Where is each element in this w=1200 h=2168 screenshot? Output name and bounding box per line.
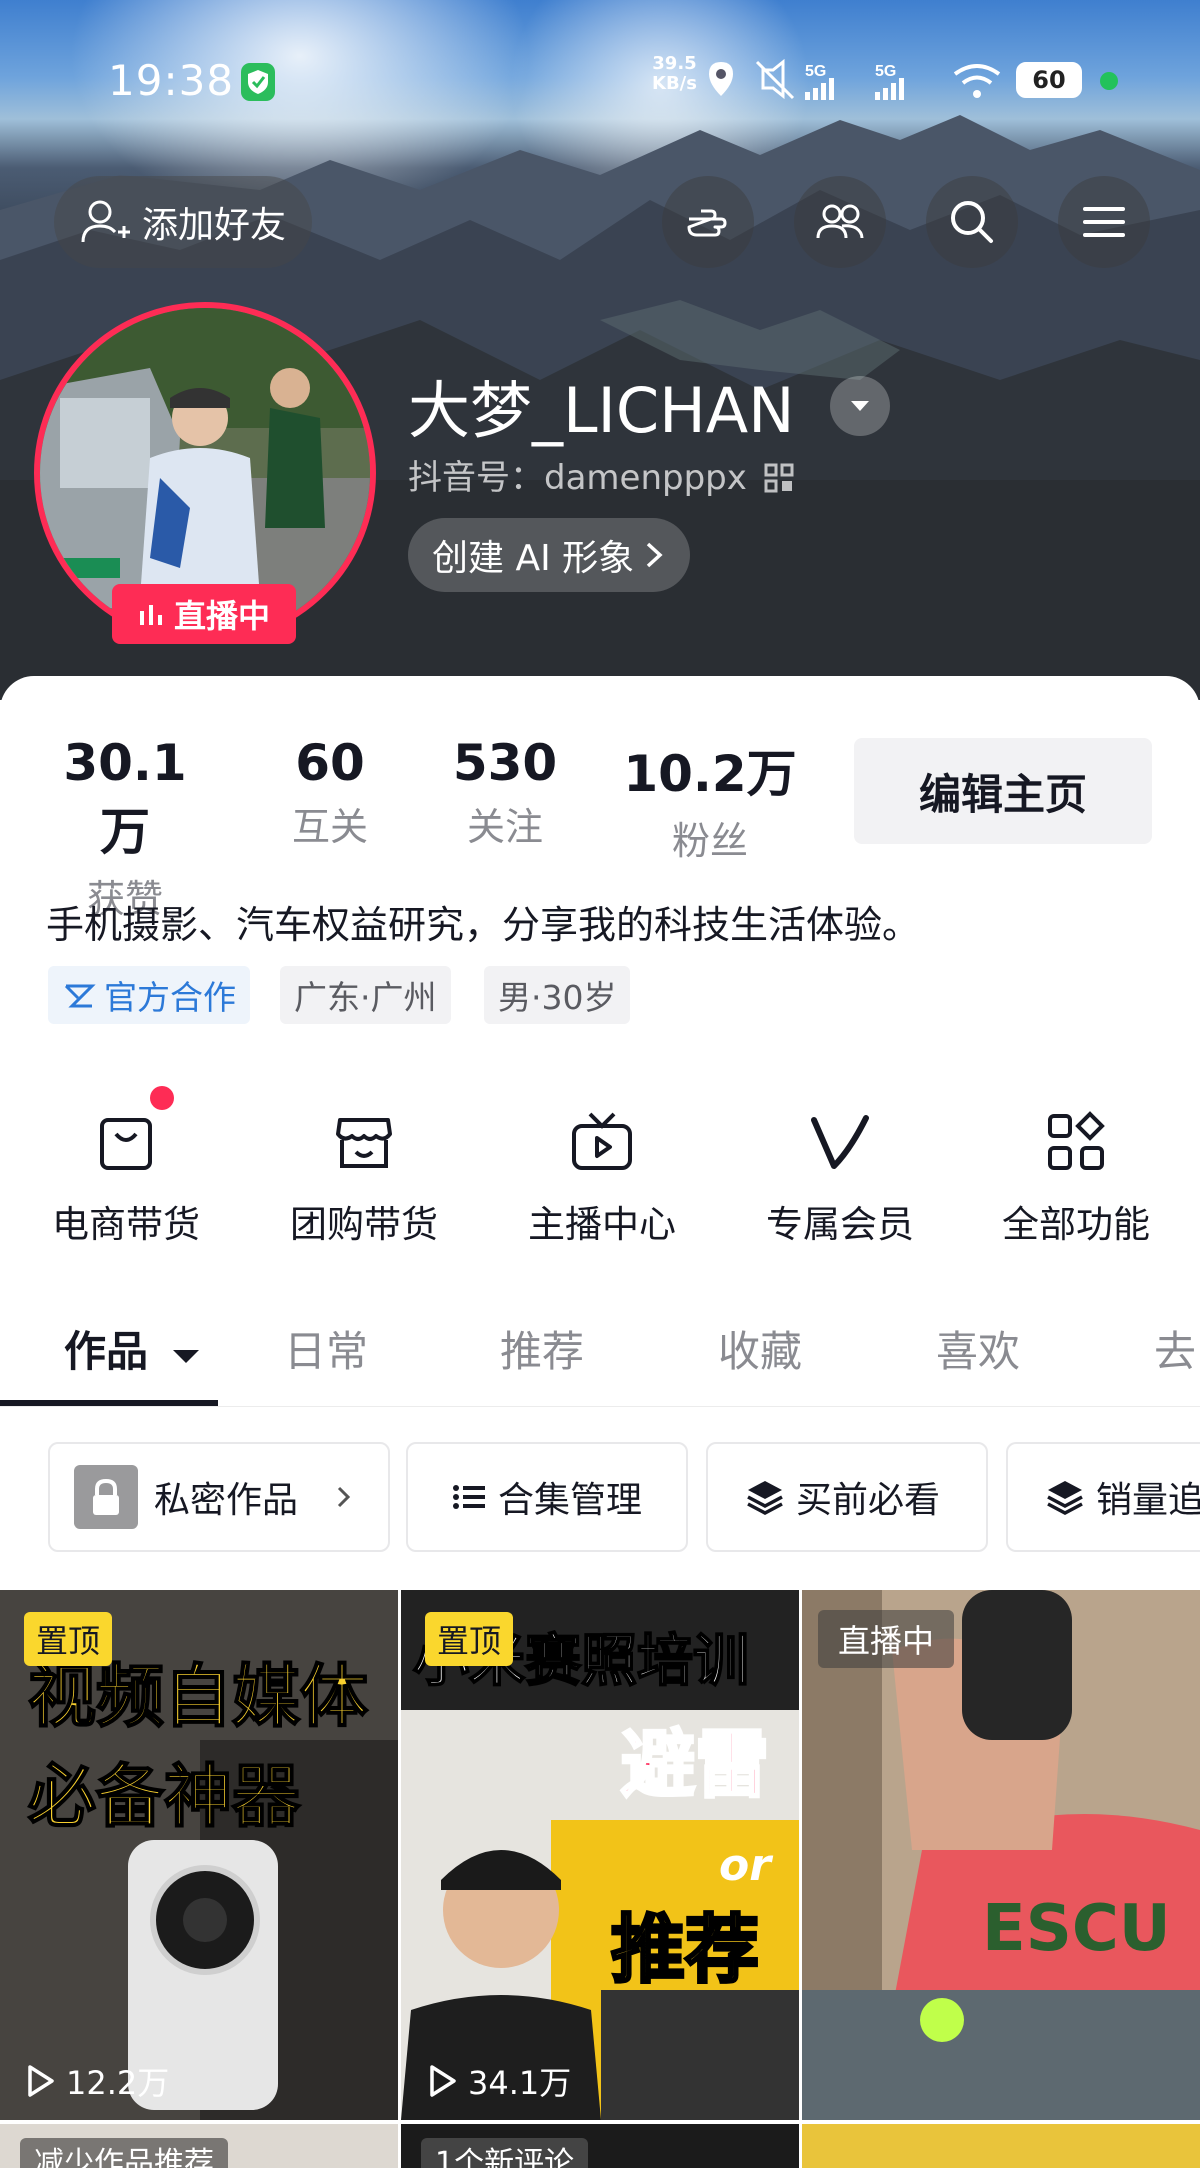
play-count: 34.1万 xyxy=(424,2058,571,2104)
svg-text:推荐: 推荐 xyxy=(611,1907,759,1993)
stat-followers[interactable]: 10.2万 粉丝 xyxy=(620,734,800,865)
location-tag[interactable]: 广东·广州 xyxy=(280,966,451,1024)
video-thumbnail: 视频自媒体 必备神器 xyxy=(0,1590,398,2120)
official-cooperation-tag[interactable]: 官方合作 xyxy=(48,966,250,1024)
hand-point-icon xyxy=(687,209,727,237)
username: 大梦_LICHAN xyxy=(408,374,795,447)
official-cooperation-icon xyxy=(64,984,96,1008)
svg-text:避雷: 避雷 xyxy=(621,1722,769,1808)
create-ai-avatar-button[interactable]: 创建 AI 形象 xyxy=(408,518,691,592)
tv-play-icon xyxy=(572,1112,632,1170)
reduce-recommend-badge: 减少作品推荐 xyxy=(20,2138,228,2168)
apps-grid-icon xyxy=(1048,1111,1105,1170)
add-friend-button[interactable]: 添加好友 xyxy=(54,176,313,268)
play-icon xyxy=(28,2065,54,2097)
video-card[interactable]: 1个新评论 xyxy=(401,2124,799,2168)
svg-text:视频自媒体: 视频自媒体 xyxy=(28,1658,368,1737)
friends-button[interactable] xyxy=(794,176,886,268)
tab-daily[interactable]: 日常 xyxy=(284,1318,368,1379)
search-icon xyxy=(951,201,993,243)
svg-text:5G: 5G xyxy=(875,63,896,80)
bio-text: 手机摄影、汽车权益研究，分享我的科技生活体验。 xyxy=(46,903,921,947)
pinned-badge: 置顶 xyxy=(425,1612,514,1666)
function-all[interactable]: 全部功能 xyxy=(976,1100,1176,1248)
function-ecommerce[interactable]: 电商带货 xyxy=(26,1100,226,1248)
gender-age-tag[interactable]: 男·30岁 xyxy=(484,966,631,1024)
tab-works[interactable]: 作品 xyxy=(64,1318,201,1379)
account-switch-button[interactable] xyxy=(830,376,890,436)
stat-mutual[interactable]: 60 互关 xyxy=(270,734,390,851)
status-bar: 19:38 39.5 KB/s 5G 5G 60 xyxy=(0,0,1200,160)
add-friend-label: 添加好友 xyxy=(142,205,287,246)
function-anchor-center[interactable]: 主播中心 xyxy=(502,1100,702,1248)
tab-recommend[interactable]: 推荐 xyxy=(500,1318,584,1379)
signal-icon xyxy=(805,78,834,100)
stat-following[interactable]: 530 关注 xyxy=(440,734,570,851)
tab-partial[interactable]: 去 xyxy=(1154,1318,1196,1379)
store-icon xyxy=(336,1118,392,1168)
wifi-icon xyxy=(953,64,1001,98)
video-card[interactable]: 视频自媒体 必备神器 置顶 xyxy=(0,1590,398,2120)
chevron-down-icon xyxy=(851,401,869,411)
search-button[interactable] xyxy=(926,176,1018,268)
svg-text:or: or xyxy=(719,1840,773,1891)
video-card-live[interactable]: ESCU xyxy=(802,1590,1200,2120)
signal-icon xyxy=(875,78,904,100)
status-time: 19:38 xyxy=(108,56,235,105)
live-now-badge: 直播中 xyxy=(818,1610,955,1668)
menu-icon xyxy=(1083,207,1125,237)
video-card[interactable]: 减少作品推荐 xyxy=(0,2124,398,2168)
net-speed: 39.5 KB/s xyxy=(652,53,697,94)
svg-text:ESCU: ESCU xyxy=(982,1892,1171,1966)
caret-down-icon xyxy=(172,1350,199,1363)
tab-favorites[interactable]: 收藏 xyxy=(718,1318,802,1379)
function-group-buy[interactable]: 团购带货 xyxy=(264,1100,464,1248)
shopping-bag-icon xyxy=(100,1118,152,1170)
list-icon xyxy=(453,1485,485,1509)
video-card[interactable] xyxy=(802,2124,1200,2168)
location-icon xyxy=(709,62,733,96)
new-comment-badge: 1个新评论 xyxy=(421,2138,589,2168)
must-see-button[interactable]: 买前必看 xyxy=(706,1442,988,1552)
privacy-indicator-dot xyxy=(1100,72,1118,90)
tab-divider xyxy=(0,1406,1200,1407)
chevron-right-icon xyxy=(337,1486,351,1508)
layers-icon xyxy=(747,1481,783,1515)
shield-icon xyxy=(241,63,275,101)
add-friend-icon xyxy=(81,200,130,243)
status-icons: 5G 5G xyxy=(709,58,1001,100)
battery-icon: 60 xyxy=(1016,62,1082,98)
sales-tracking-button[interactable]: 销量追 xyxy=(1006,1442,1200,1552)
chevron-right-icon xyxy=(646,542,663,568)
vip-v-icon xyxy=(811,1115,869,1169)
live-bars-icon xyxy=(139,605,162,625)
live-badge[interactable]: 直播中 xyxy=(112,584,296,644)
svg-text:5G: 5G xyxy=(805,63,826,80)
svg-text:必备神器: 必备神器 xyxy=(28,1758,301,1837)
video-thumbnail: ESCU xyxy=(802,1590,1200,2120)
menu-button[interactable] xyxy=(1058,176,1150,268)
function-membership[interactable]: 专属会员 xyxy=(740,1100,940,1248)
pinned-badge: 置顶 xyxy=(24,1612,113,1666)
notification-dot xyxy=(150,1086,174,1110)
mute-icon xyxy=(755,58,795,100)
video-card[interactable]: 小米赛照培训 避雷 or 推荐 置顶 xyxy=(401,1590,799,2120)
hand-point-button[interactable] xyxy=(662,176,754,268)
friends-icon xyxy=(816,204,864,239)
private-works-button[interactable]: 私密作品 xyxy=(48,1442,390,1552)
collection-manage-button[interactable]: 合集管理 xyxy=(406,1442,688,1552)
play-icon xyxy=(430,2065,456,2097)
play-count: 12.2万 xyxy=(22,2058,169,2104)
lock-icon xyxy=(74,1465,138,1529)
qr-code-icon[interactable] xyxy=(764,463,794,493)
douyin-id[interactable]: 抖音号：damenpppx xyxy=(408,450,794,499)
edit-profile-button[interactable]: 编辑主页 xyxy=(854,738,1152,844)
layers-icon xyxy=(1047,1481,1083,1515)
video-thumbnail: 小米赛照培训 避雷 or 推荐 xyxy=(401,1590,799,2120)
tab-likes[interactable]: 喜欢 xyxy=(936,1318,1020,1379)
